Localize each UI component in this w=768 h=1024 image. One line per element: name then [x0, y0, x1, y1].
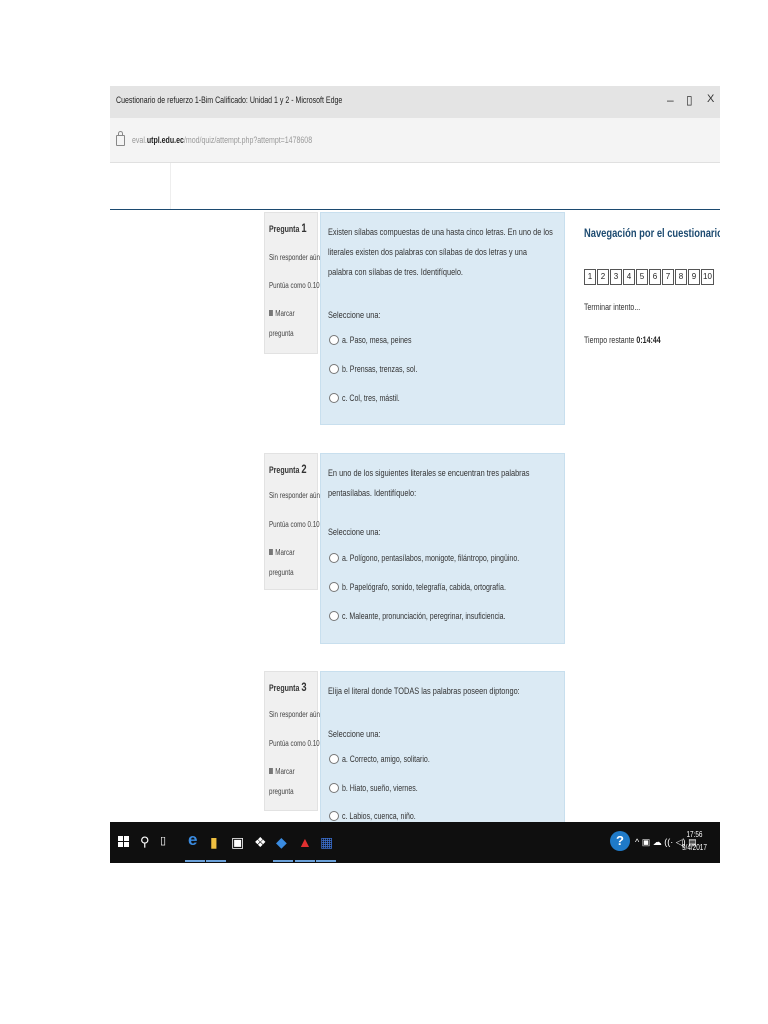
- select-prompt: Seleccione una:: [328, 527, 381, 537]
- answer-option[interactable]: a. Polígono, pentasílabos, monigote, fil…: [329, 552, 569, 563]
- help-icon[interactable]: ?: [610, 831, 630, 851]
- answer-option[interactable]: b. Hiato, sueño, viernes.: [329, 782, 439, 793]
- restore-button[interactable]: ▯: [686, 93, 693, 107]
- minimize-button[interactable]: –: [667, 93, 674, 107]
- active-app-indicator: [273, 860, 293, 862]
- active-app-indicator: [295, 860, 315, 862]
- lock-icon: [116, 131, 125, 146]
- answer-option[interactable]: c. Col, tres, mástil.: [329, 392, 416, 403]
- radio-button[interactable]: [329, 782, 339, 793]
- nav-question-button[interactable]: 3: [610, 269, 622, 285]
- active-app-indicator: [316, 860, 336, 862]
- browser-screen: Cuestionario de refuerzo 1-Bim Calificad…: [110, 86, 720, 863]
- question-text: Elija el literal donde TODAS las palabra…: [328, 686, 520, 696]
- nav-question-button[interactable]: 7: [662, 269, 674, 285]
- edge-browser-icon[interactable]: e: [188, 830, 197, 850]
- question-3-content: Elija el literal donde TODAS las palabra…: [320, 671, 565, 833]
- nav-question-button[interactable]: 10: [701, 269, 714, 285]
- answer-option[interactable]: c. Maleante, pronunciación, peregrinar, …: [329, 610, 552, 621]
- nav-question-button[interactable]: 6: [649, 269, 661, 285]
- question-number: Pregunta 1: [269, 221, 307, 235]
- nav-question-button[interactable]: 1: [584, 269, 596, 285]
- answer-option[interactable]: b. Prensas, trenzas, sol.: [329, 363, 439, 374]
- question-status: Sin responder aún: [269, 710, 321, 719]
- answer-option[interactable]: c. Labios, cuenca, niño.: [329, 810, 437, 821]
- question-text: Existen sílabas compuestas de una hasta …: [328, 227, 553, 277]
- question-score: Puntúa como 0.10: [269, 739, 320, 748]
- url-text[interactable]: eval.utpl.edu.ec/mod/quiz/attempt.php?at…: [132, 135, 312, 145]
- dropbox-icon[interactable]: ❖: [254, 834, 267, 851]
- radio-button[interactable]: [329, 552, 339, 563]
- active-app-indicator: [185, 860, 205, 862]
- flag-icon: [269, 549, 273, 555]
- question-3-info: Pregunta 3 Sin responder aún Puntúa como…: [264, 671, 321, 811]
- time-remaining: Tiempo restante 0:14:44: [584, 335, 661, 345]
- radio-button[interactable]: [329, 581, 339, 592]
- window-title: Cuestionario de refuerzo 1-Bim Calificad…: [116, 95, 343, 105]
- store-icon[interactable]: ▣: [231, 834, 244, 851]
- answer-option[interactable]: a. Correcto, amigo, solitario.: [329, 753, 455, 764]
- radio-button[interactable]: [329, 753, 339, 764]
- radio-button[interactable]: [329, 610, 339, 621]
- question-number: Pregunta 3: [269, 680, 307, 694]
- quiz-navigation-buttons: 1 2 3 4 5 6 7 8 9 10: [584, 269, 715, 285]
- select-prompt: Seleccione una:: [328, 729, 381, 739]
- radio-button[interactable]: [329, 334, 339, 345]
- flag-question-link[interactable]: Marcar: [269, 309, 295, 318]
- answer-option[interactable]: a. Paso, mesa, peines: [329, 334, 431, 345]
- nav-question-button[interactable]: 2: [597, 269, 609, 285]
- flag-question-link[interactable]: Marcar: [269, 548, 295, 557]
- flag-icon: [269, 768, 273, 774]
- question-status: Sin responder aún: [269, 491, 321, 500]
- nav-question-button[interactable]: 8: [675, 269, 687, 285]
- acrobat-icon[interactable]: ▲: [298, 834, 312, 850]
- question-score: Puntúa como 0.10: [269, 520, 320, 529]
- flag-icon: [269, 310, 273, 316]
- task-view-icon[interactable]: ▯: [160, 834, 166, 847]
- nav-question-button[interactable]: 5: [636, 269, 648, 285]
- window-titlebar: Cuestionario de refuerzo 1-Bim Calificad…: [110, 86, 720, 118]
- word-icon[interactable]: ▦: [320, 834, 333, 851]
- nav-question-button[interactable]: 9: [688, 269, 700, 285]
- flag-question-label[interactable]: pregunta: [269, 787, 294, 796]
- question-text: En uno de los siguientes literales se en…: [328, 468, 530, 498]
- quiz-navigation-title: Navegación por el cuestionario: [584, 226, 720, 240]
- question-number: Pregunta 2: [269, 462, 307, 476]
- flag-question-label[interactable]: pregunta: [269, 568, 294, 577]
- flag-question-link[interactable]: Marcar: [269, 767, 295, 776]
- header-divider: [110, 209, 720, 210]
- radio-button[interactable]: [329, 363, 339, 374]
- select-prompt: Seleccione una:: [328, 310, 381, 320]
- close-button[interactable]: X: [707, 93, 714, 105]
- page-left-column: [110, 163, 171, 210]
- question-status: Sin responder aún: [269, 253, 321, 262]
- search-icon[interactable]: ⚲: [140, 834, 150, 850]
- question-score: Puntúa como 0.10: [269, 281, 320, 290]
- radio-button[interactable]: [329, 392, 339, 403]
- address-bar[interactable]: eval.utpl.edu.ec/mod/quiz/attempt.php?at…: [110, 118, 720, 163]
- windows-taskbar: ⚲ ▯ e ▮ ▣ ❖ ◆ ▲ ▦ ? ^ ▣ ☁ ((· ◁) ▤ 17:56…: [110, 822, 720, 863]
- windows-start-icon[interactable]: [118, 836, 130, 848]
- radio-button[interactable]: [329, 810, 339, 821]
- question-1-content: Existen sílabas compuestas de una hasta …: [320, 212, 565, 425]
- question-2-info: Pregunta 2 Sin responder aún Puntúa como…: [264, 453, 321, 590]
- taskbar-clock[interactable]: 17:56 9/4/2017: [682, 828, 707, 854]
- finish-attempt-link[interactable]: Terminar intento...: [584, 302, 640, 312]
- question-1-info: Pregunta 1 Sin responder aún Puntúa como…: [264, 212, 321, 354]
- file-explorer-icon[interactable]: ▮: [210, 834, 218, 851]
- nav-question-button[interactable]: 4: [623, 269, 635, 285]
- question-2-content: En uno de los siguientes literales se en…: [320, 453, 565, 644]
- outlook-icon[interactable]: ◆: [276, 834, 287, 851]
- answer-option[interactable]: b. Papelógrafo, sonido, telegrafía, cabi…: [329, 581, 552, 592]
- active-app-indicator: [206, 860, 226, 862]
- flag-question-label[interactable]: pregunta: [269, 329, 294, 338]
